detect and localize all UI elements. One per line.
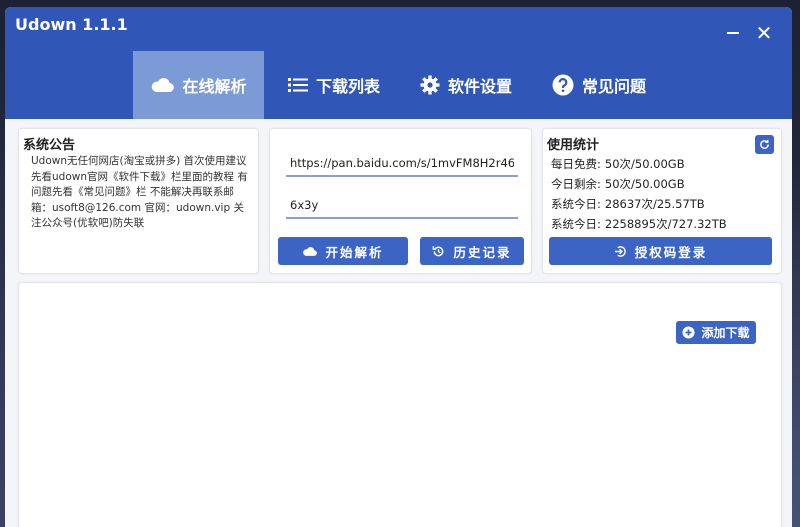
- tab-online-parse[interactable]: 在线解析: [133, 51, 264, 119]
- stat-today-remaining: 今日剩余: 50次/50.00GB: [551, 177, 685, 191]
- app-window: Udown 1.1.1 ✕ 在线解析 下载列表 软件设置 常见问题 系统公告 U…: [5, 7, 792, 527]
- stat-system-today: 系统今日: 28637次/25.57TB: [551, 197, 705, 211]
- tab-label: 下载列表: [316, 77, 381, 96]
- button-label: 开始解析: [325, 244, 384, 260]
- app-title: Udown 1.1.1: [15, 15, 128, 34]
- question-icon: [552, 74, 574, 96]
- title-bar: Udown 1.1.1 ✕ 在线解析 下载列表 软件设置 常见问题: [5, 7, 792, 119]
- close-icon: ✕: [755, 21, 773, 45]
- download-area: 添加下载: [18, 282, 782, 527]
- notice-title: 系统公告: [23, 138, 76, 153]
- minimize-icon: [727, 32, 739, 34]
- start-parse-button[interactable]: 开始解析: [278, 237, 408, 265]
- stats-panel: 使用统计 每日免费: 50次/50.00GB 今日剩余: 50次/50.00GB 系…: [542, 128, 782, 274]
- tab-download-list[interactable]: 下载列表: [288, 51, 380, 119]
- notice-text: Udown无任何网店(淘宝或拼多) 首次使用建议先看udown官网《软件下载》栏…: [31, 155, 248, 229]
- history-icon: [432, 245, 445, 258]
- cloud-icon: [302, 246, 318, 257]
- parse-panel: 开始解析 历史记录: [269, 128, 532, 274]
- refresh-icon: [760, 139, 769, 149]
- button-label: 添加下载: [701, 326, 750, 340]
- stat-daily-free: 每日免费: 50次/50.00GB: [551, 157, 685, 171]
- tab-label: 常见问题: [582, 77, 647, 96]
- refresh-button[interactable]: [755, 135, 774, 154]
- auth-code-login-button[interactable]: 授权码登录: [549, 237, 772, 265]
- gear-icon: [420, 75, 440, 95]
- extract-code-input[interactable]: [286, 193, 518, 219]
- tab-label: 在线解析: [182, 77, 247, 96]
- minimize-button[interactable]: [723, 24, 743, 42]
- login-icon: [614, 245, 627, 258]
- stat-system-total: 系统今日: 2258895次/727.32TB: [551, 217, 727, 231]
- main-tabs: 在线解析 下载列表 软件设置 常见问题: [133, 51, 646, 119]
- button-label: 历史记录: [453, 244, 512, 260]
- tab-faq[interactable]: 常见问题: [552, 51, 646, 119]
- tab-label: 软件设置: [448, 77, 513, 96]
- button-label: 授权码登录: [634, 244, 708, 260]
- share-url-input[interactable]: [286, 151, 518, 177]
- history-button[interactable]: 历史记录: [420, 237, 524, 265]
- close-button[interactable]: ✕: [754, 21, 774, 45]
- stats-title: 使用统计: [547, 138, 600, 153]
- plus-circle-icon: [682, 326, 696, 339]
- cloud-icon: [150, 77, 175, 93]
- tab-settings[interactable]: 软件设置: [420, 51, 512, 119]
- notice-panel: 系统公告 Udown无任何网店(淘宝或拼多) 首次使用建议先看udown官网《软…: [18, 128, 259, 274]
- list-icon: [288, 77, 308, 93]
- add-download-button[interactable]: 添加下载: [676, 321, 756, 344]
